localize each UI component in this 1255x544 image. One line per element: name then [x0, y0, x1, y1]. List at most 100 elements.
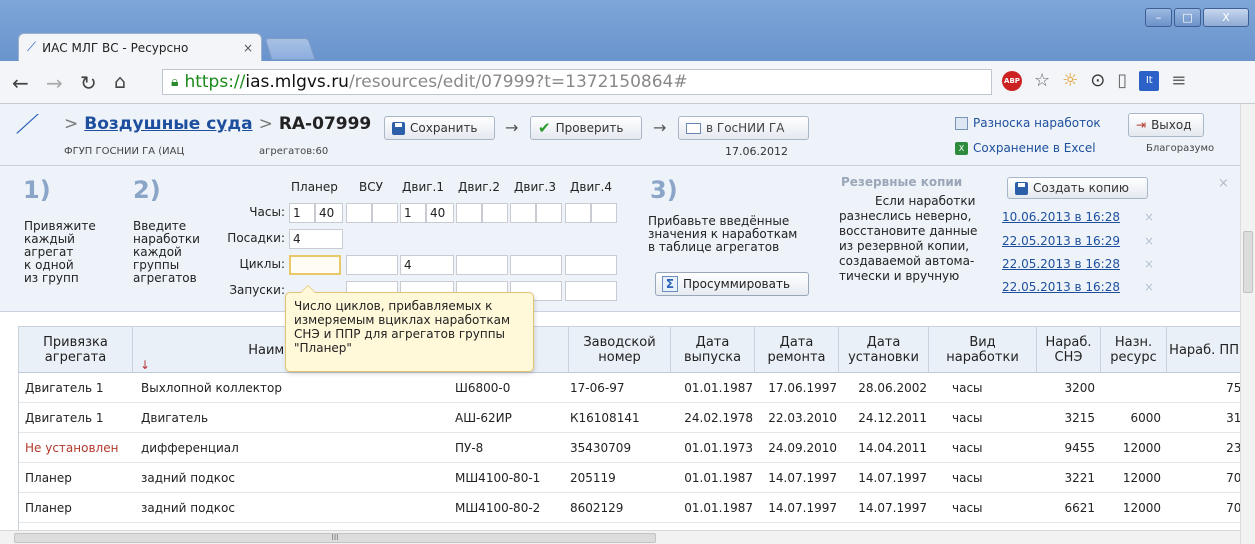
table-row[interactable]: Планер задний подкос МШ4100-80-2 8602129…: [19, 493, 1247, 523]
column-header[interactable]: Назн. ресурс: [1101, 327, 1167, 373]
backup-link[interactable]: 22.05.2013 в 16:29: [1002, 234, 1120, 248]
column-header[interactable]: Заводской номер: [569, 327, 671, 373]
column-header[interactable]: Вид наработки: [929, 327, 1037, 373]
column-header[interactable]: Привязка агрегата: [19, 327, 133, 373]
hours-vsu-h-input[interactable]: [346, 203, 372, 223]
panel-close-icon[interactable]: ×: [1218, 176, 1229, 191]
landings-planer-input[interactable]: 4: [289, 229, 343, 249]
address-bar[interactable]: 🔒︎ https://ias.mlgvs.ru/resources/edit/0…: [162, 69, 992, 95]
exit-button[interactable]: ⇥ Выход: [1128, 113, 1204, 137]
hours-engine4-m-input[interactable]: [591, 203, 617, 223]
column-header[interactable]: Дата ремонта: [755, 327, 839, 373]
table-row[interactable]: Двигатель 1 Выхлопной коллектор Ш6800-0 …: [19, 373, 1247, 403]
bookmark-star-icon[interactable]: ☆: [1034, 70, 1050, 91]
hours-engine1-m-input[interactable]: 40: [426, 203, 454, 223]
tab-close-icon[interactable]: ×: [243, 41, 253, 55]
check-button[interactable]: ✔ Проверить: [530, 116, 642, 140]
minimize-button[interactable]: –: [1145, 8, 1172, 27]
table-row[interactable]: Двигатель 1 Двигатель АШ-62ИР К16108141 …: [19, 403, 1247, 433]
vertical-scrollbar-thumb[interactable]: [1243, 231, 1253, 293]
back-arrow-icon[interactable]: ←: [12, 71, 29, 95]
hours-planer-h-input[interactable]: 1: [289, 203, 315, 223]
send-to-gosniiga-button[interactable]: в ГосНИИ ГА: [678, 116, 809, 140]
cycles-engine4-input[interactable]: [565, 255, 617, 275]
window-close-button[interactable]: X: [1203, 8, 1249, 27]
cell-kind: часы: [952, 411, 983, 425]
table-row[interactable]: Не установлен дифференциал ПУ-8 35430709…: [19, 433, 1247, 463]
delete-backup-icon[interactable]: ×: [1144, 280, 1154, 294]
browser-tab[interactable]: ⟋ ИАС МЛГ ВС - Ресурсно ×: [18, 33, 262, 61]
extension-it-icon[interactable]: It: [1139, 70, 1160, 91]
cycles-planer-input[interactable]: [289, 255, 341, 275]
step2-line: агрегатов: [133, 271, 197, 285]
hours-engine2-m-input[interactable]: [482, 203, 508, 223]
column-header-engine4: Двиг.4: [570, 180, 612, 194]
hours-planer-m-input[interactable]: 40: [315, 203, 343, 223]
column-header[interactable]: Дата выпуска: [671, 327, 755, 373]
maximize-button[interactable]: □: [1174, 8, 1201, 27]
cell-issued: 24.02.1978: [684, 411, 753, 425]
cell-resource: 12000: [1122, 471, 1161, 485]
arrow-right-icon: →: [505, 118, 519, 137]
hours-engine4-h-input[interactable]: [565, 203, 591, 223]
cell-installed: 14.07.1997: [858, 501, 927, 515]
adblock-icon[interactable]: ABP: [1002, 70, 1022, 91]
row-label-starts: Запуски:: [229, 283, 285, 297]
hours-engine1-h-input[interactable]: 1: [400, 203, 426, 223]
backup-link[interactable]: 22.05.2013 в 16:28: [1002, 257, 1120, 271]
home-icon[interactable]: ⌂: [114, 71, 126, 93]
cycles-engine3-input[interactable]: [510, 255, 562, 275]
sigma-icon: Σ: [662, 276, 678, 292]
create-backup-button[interactable]: Создать копию: [1007, 177, 1148, 199]
delete-backup-icon[interactable]: ×: [1144, 234, 1154, 248]
floppy-icon: [1015, 181, 1028, 195]
starts-engine4-input[interactable]: [565, 281, 617, 301]
horizontal-scrollbar-thumb[interactable]: III: [14, 533, 656, 543]
hours-engine2-h-input[interactable]: [456, 203, 482, 223]
vertical-scrollbar[interactable]: [1240, 104, 1255, 544]
backup-link[interactable]: 22.05.2013 в 16:28: [1002, 280, 1120, 294]
step3-number: 3): [650, 176, 678, 204]
column-header[interactable]: Нараб. ППР: [1167, 327, 1247, 373]
table-row[interactable]: Планер задний подкос МШ4100-80-1 205119 …: [19, 463, 1248, 493]
extension-sun-icon[interactable]: ☼: [1062, 70, 1078, 91]
breadcrumb: > Воздушные суда > RA-07999: [58, 114, 371, 134]
breadcrumb-aircraft-link[interactable]: Воздушные суда: [84, 114, 252, 134]
cell-sne: 6621: [1064, 501, 1095, 515]
cell-issued: 01.01.1987: [684, 381, 753, 395]
sum-button[interactable]: Σ Просуммировать: [655, 272, 809, 296]
cycles-engine1-input[interactable]: 4: [400, 255, 454, 275]
cycles-engine2-input[interactable]: [456, 255, 508, 275]
cell-resource: 12000: [1122, 441, 1161, 455]
column-header[interactable]: Нараб. СНЭ: [1037, 327, 1101, 373]
excel-label: Сохранение в Excel: [973, 141, 1096, 155]
new-tab-button[interactable]: [264, 38, 316, 60]
delete-backup-icon[interactable]: ×: [1144, 210, 1154, 224]
menu-icon[interactable]: ≡: [1171, 70, 1186, 91]
cycles-tooltip: Число циклов, прибавляемых к измеряемым …: [285, 285, 534, 372]
excel-icon: X: [955, 141, 968, 155]
reload-icon[interactable]: ↻: [80, 71, 97, 95]
cell-serial: 35430709: [570, 441, 632, 455]
site-favicon-icon: ⟋: [27, 40, 37, 55]
extension-page-icon[interactable]: ▯: [1117, 70, 1127, 91]
save-button[interactable]: Сохранить: [384, 116, 495, 140]
distribute-hours-link[interactable]: Разноска наработок: [955, 116, 1101, 130]
column-header[interactable]: Дата установки: [839, 327, 929, 373]
cell-serial: 8602129: [570, 501, 624, 515]
horizontal-scrollbar[interactable]: III: [0, 530, 1240, 544]
window-controls: – □ X: [1145, 8, 1249, 27]
extension-circle-icon[interactable]: ⊙: [1090, 70, 1105, 91]
hours-engine3-h-input[interactable]: [510, 203, 536, 223]
delete-backup-icon[interactable]: ×: [1144, 257, 1154, 271]
cycles-vsu-input[interactable]: [346, 255, 398, 275]
row-label-landings: Посадки:: [227, 231, 285, 245]
hours-engine3-m-input[interactable]: [536, 203, 562, 223]
cell-installed: 28.06.2002: [858, 381, 927, 395]
hours-vsu-m-input[interactable]: [372, 203, 398, 223]
cell-name: задний подкос: [141, 471, 235, 485]
backup-link[interactable]: 10.06.2013 в 16:28: [1002, 210, 1120, 224]
forward-arrow-icon[interactable]: →: [46, 71, 63, 95]
save-excel-link[interactable]: X Сохранение в Excel: [955, 141, 1096, 155]
cell-ppr: 700: [1226, 471, 1248, 485]
